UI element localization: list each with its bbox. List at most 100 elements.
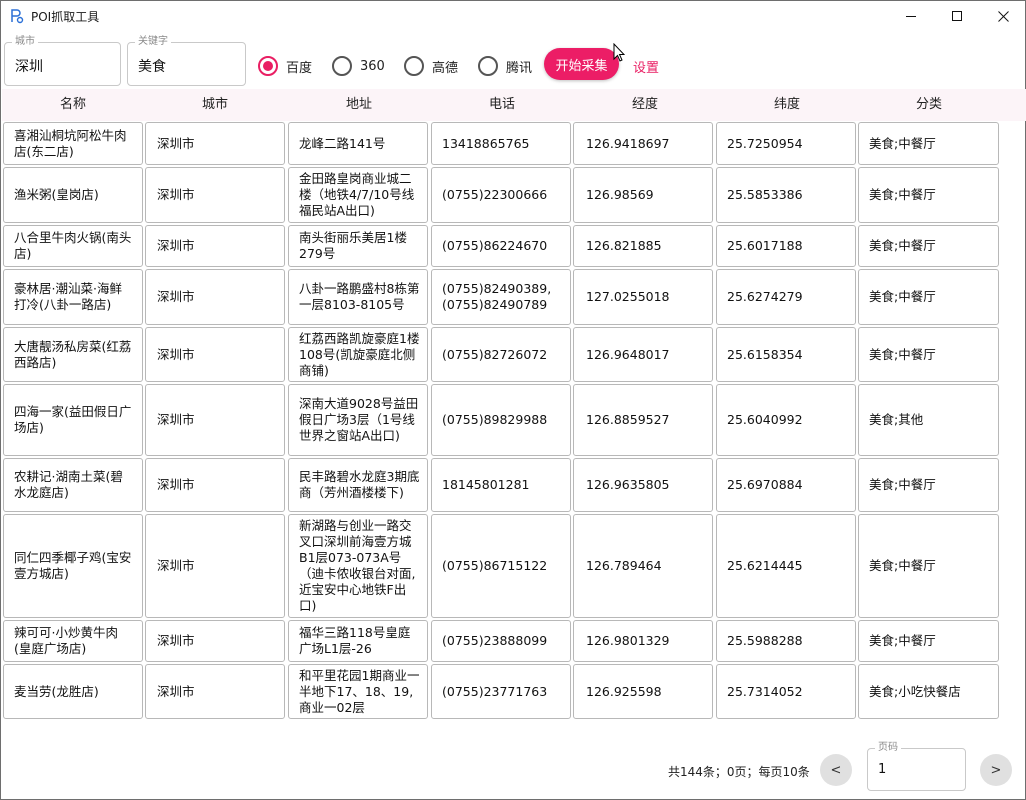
address-cell[interactable]: 金田路皇岗商业城二楼（地铁4/7/10号线福民站A出口) bbox=[288, 167, 428, 223]
address-cell[interactable]: 新湖路与创业一路交叉口深圳前海壹方城B1层073-073A号（迪卡侬收银台对面,… bbox=[288, 514, 428, 618]
table-row[interactable]: 四海一家(益田假日广场店) 深圳市 深南大道9028号益田假日广场3层（1号线世… bbox=[1, 384, 1026, 458]
city-cell[interactable]: 深圳市 bbox=[145, 167, 285, 223]
city-input[interactable]: 深圳 bbox=[15, 56, 43, 76]
latitude-cell[interactable]: 25.5853386 bbox=[716, 167, 856, 223]
latitude-cell[interactable]: 25.6017188 bbox=[716, 225, 856, 267]
table-row[interactable]: 八合里牛肉火锅(南头店) 深圳市 南头街丽乐美居1楼279号 (0755)862… bbox=[1, 225, 1026, 269]
source-radio-gaode[interactable]: 高德 bbox=[404, 54, 458, 78]
latitude-cell[interactable]: 25.6274279 bbox=[716, 269, 856, 325]
latitude-cell[interactable]: 25.5988288 bbox=[716, 620, 856, 662]
category-cell[interactable]: 美食;中餐厅 bbox=[858, 225, 999, 267]
phone-cell[interactable]: (0755)22300666 bbox=[431, 167, 571, 223]
city-cell[interactable]: 深圳市 bbox=[145, 664, 285, 719]
phone-cell[interactable]: (0755)82726072 bbox=[431, 327, 571, 382]
address-cell[interactable]: 福华三路118号皇庭广场L1层-26 bbox=[288, 620, 428, 662]
longitude-cell[interactable]: 126.789464 bbox=[573, 514, 713, 618]
maximize-button[interactable] bbox=[934, 1, 980, 31]
source-radio-tencent[interactable]: 腾讯 bbox=[478, 54, 532, 78]
category-cell[interactable]: 美食;中餐厅 bbox=[858, 122, 999, 165]
name-cell[interactable]: 渔米粥(皇岗店) bbox=[3, 167, 143, 223]
phone-cell[interactable]: (0755)23771763 bbox=[431, 664, 571, 719]
city-cell[interactable]: 深圳市 bbox=[145, 327, 285, 382]
column-header[interactable]: 名称 bbox=[2, 89, 144, 121]
keyword-field[interactable]: 关键字 美食 bbox=[127, 36, 246, 86]
name-cell[interactable]: 大唐靓汤私房菜(红荔西路店) bbox=[3, 327, 143, 382]
longitude-cell[interactable]: 126.925598 bbox=[573, 664, 713, 719]
name-cell[interactable]: 辣可可·小炒黄牛肉(皇庭广场店) bbox=[3, 620, 143, 662]
longitude-cell[interactable]: 126.98569 bbox=[573, 167, 713, 223]
name-cell[interactable]: 八合里牛肉火锅(南头店) bbox=[3, 225, 143, 267]
longitude-cell[interactable]: 126.9635805 bbox=[573, 458, 713, 512]
name-cell[interactable]: 麦当劳(龙胜店) bbox=[3, 664, 143, 719]
category-cell[interactable]: 美食;小吃快餐店 bbox=[858, 664, 999, 719]
table-row[interactable]: 大唐靓汤私房菜(红荔西路店) 深圳市 红荔西路凯旋豪庭1楼108号(凯旋豪庭北侧… bbox=[1, 327, 1026, 384]
phone-cell[interactable]: (0755)86224670 bbox=[431, 225, 571, 267]
city-field[interactable]: 城市 深圳 bbox=[4, 36, 121, 86]
category-cell[interactable]: 美食;其他 bbox=[858, 384, 999, 456]
column-header[interactable]: 纬度 bbox=[716, 89, 858, 121]
column-header[interactable]: 电话 bbox=[431, 89, 573, 121]
name-cell[interactable]: 农耕记·湖南土菜(碧水龙庭店) bbox=[3, 458, 143, 512]
category-cell[interactable]: 美食;中餐厅 bbox=[858, 167, 999, 223]
table-row[interactable]: 喜湘汕桐坑阿松牛肉店(东二店) 深圳市 龙峰二路141号 13418865765… bbox=[1, 122, 1026, 167]
table-row[interactable]: 农耕记·湖南土菜(碧水龙庭店) 深圳市 民丰路碧水龙庭3期底商（芳州酒楼楼下) … bbox=[1, 458, 1026, 514]
column-header[interactable]: 地址 bbox=[288, 89, 430, 121]
address-cell[interactable]: 八卦一路鹏盛村8栋第一层8103-8105号 bbox=[288, 269, 428, 325]
city-cell[interactable]: 深圳市 bbox=[145, 620, 285, 662]
address-cell[interactable]: 龙峰二路141号 bbox=[288, 122, 428, 165]
address-cell[interactable]: 深南大道9028号益田假日广场3层（1号线世界之窗站A出口) bbox=[288, 384, 428, 456]
address-cell[interactable]: 民丰路碧水龙庭3期底商（芳州酒楼楼下) bbox=[288, 458, 428, 512]
city-cell[interactable]: 深圳市 bbox=[145, 225, 285, 267]
latitude-cell[interactable]: 25.7250954 bbox=[716, 122, 856, 165]
table-row[interactable]: 辣可可·小炒黄牛肉(皇庭广场店) 深圳市 福华三路118号皇庭广场L1层-26 … bbox=[1, 620, 1026, 664]
phone-cell[interactable]: 18145801281 bbox=[431, 458, 571, 512]
next-page-button[interactable]: > bbox=[980, 754, 1012, 786]
address-cell[interactable]: 南头街丽乐美居1楼279号 bbox=[288, 225, 428, 267]
column-header[interactable]: 分类 bbox=[858, 89, 1000, 121]
phone-cell[interactable]: (0755)86715122 bbox=[431, 514, 571, 618]
longitude-cell[interactable]: 126.9418697 bbox=[573, 122, 713, 165]
column-header[interactable]: 经度 bbox=[574, 89, 716, 121]
latitude-cell[interactable]: 25.7314052 bbox=[716, 664, 856, 719]
name-cell[interactable]: 同仁四季椰子鸡(宝安壹方城店) bbox=[3, 514, 143, 618]
longitude-cell[interactable]: 126.9801329 bbox=[573, 620, 713, 662]
longitude-cell[interactable]: 126.9648017 bbox=[573, 327, 713, 382]
page-number-field[interactable]: 页码 1 bbox=[867, 742, 966, 791]
longitude-cell[interactable]: 127.0255018 bbox=[573, 269, 713, 325]
keyword-input[interactable]: 美食 bbox=[138, 56, 166, 76]
start-collect-button[interactable]: 开始采集 bbox=[544, 48, 619, 80]
address-cell[interactable]: 和平里花园1期商业一半地下17、18、19,商业一02层 bbox=[288, 664, 428, 719]
source-radio-baidu[interactable]: 百度 bbox=[258, 54, 312, 78]
close-button[interactable] bbox=[980, 1, 1026, 31]
longitude-cell[interactable]: 126.821885 bbox=[573, 225, 713, 267]
minimize-button[interactable] bbox=[888, 1, 934, 31]
name-cell[interactable]: 豪林居·潮汕菜·海鲜打冷(八卦一路店) bbox=[3, 269, 143, 325]
table-row[interactable]: 麦当劳(龙胜店) 深圳市 和平里花园1期商业一半地下17、18、19,商业一02… bbox=[1, 664, 1026, 721]
city-cell[interactable]: 深圳市 bbox=[145, 384, 285, 456]
category-cell[interactable]: 美食;中餐厅 bbox=[858, 620, 999, 662]
name-cell[interactable]: 四海一家(益田假日广场店) bbox=[3, 384, 143, 456]
table-row[interactable]: 同仁四季椰子鸡(宝安壹方城店) 深圳市 新湖路与创业一路交叉口深圳前海壹方城B1… bbox=[1, 514, 1026, 620]
name-cell[interactable]: 喜湘汕桐坑阿松牛肉店(东二店) bbox=[3, 122, 143, 165]
city-cell[interactable]: 深圳市 bbox=[145, 269, 285, 325]
category-cell[interactable]: 美食;中餐厅 bbox=[858, 458, 999, 512]
city-cell[interactable]: 深圳市 bbox=[145, 458, 285, 512]
address-cell[interactable]: 红荔西路凯旋豪庭1楼108号(凯旋豪庭北侧商铺) bbox=[288, 327, 428, 382]
phone-cell[interactable]: 13418865765 bbox=[431, 122, 571, 165]
phone-cell[interactable]: (0755)89829988 bbox=[431, 384, 571, 456]
category-cell[interactable]: 美食;中餐厅 bbox=[858, 514, 999, 618]
phone-cell[interactable]: (0755)82490389,(0755)82490789 bbox=[431, 269, 571, 325]
category-cell[interactable]: 美食;中餐厅 bbox=[858, 269, 999, 325]
phone-cell[interactable]: (0755)23888099 bbox=[431, 620, 571, 662]
column-header[interactable]: 城市 bbox=[144, 89, 286, 121]
page-number-input[interactable]: 1 bbox=[878, 762, 886, 777]
latitude-cell[interactable]: 25.6214445 bbox=[716, 514, 856, 618]
settings-link[interactable]: 设置 bbox=[633, 57, 659, 76]
longitude-cell[interactable]: 126.8859527 bbox=[573, 384, 713, 456]
table-row[interactable]: 渔米粥(皇岗店) 深圳市 金田路皇岗商业城二楼（地铁4/7/10号线福民站A出口… bbox=[1, 167, 1026, 225]
table-row[interactable]: 豪林居·潮汕菜·海鲜打冷(八卦一路店) 深圳市 八卦一路鹏盛村8栋第一层8103… bbox=[1, 269, 1026, 327]
prev-page-button[interactable]: < bbox=[820, 754, 852, 786]
category-cell[interactable]: 美食;中餐厅 bbox=[858, 327, 999, 382]
city-cell[interactable]: 深圳市 bbox=[145, 122, 285, 165]
latitude-cell[interactable]: 25.6970884 bbox=[716, 458, 856, 512]
